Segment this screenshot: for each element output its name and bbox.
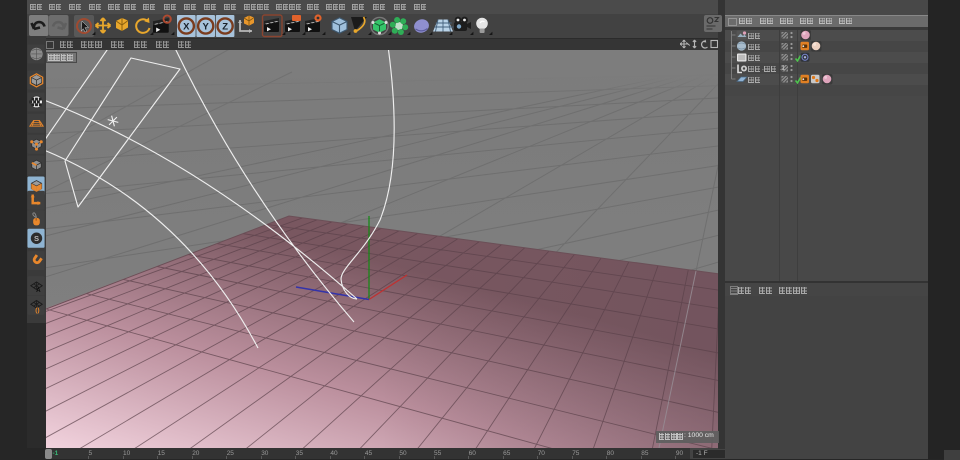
svg-text:Z: Z [222,21,228,32]
svg-text:Y: Y [203,21,210,32]
svg-text:A: A [36,287,41,294]
svg-text:(): () [35,307,39,314]
svg-text:X: X [183,21,190,32]
svg-text:S: S [34,234,39,243]
